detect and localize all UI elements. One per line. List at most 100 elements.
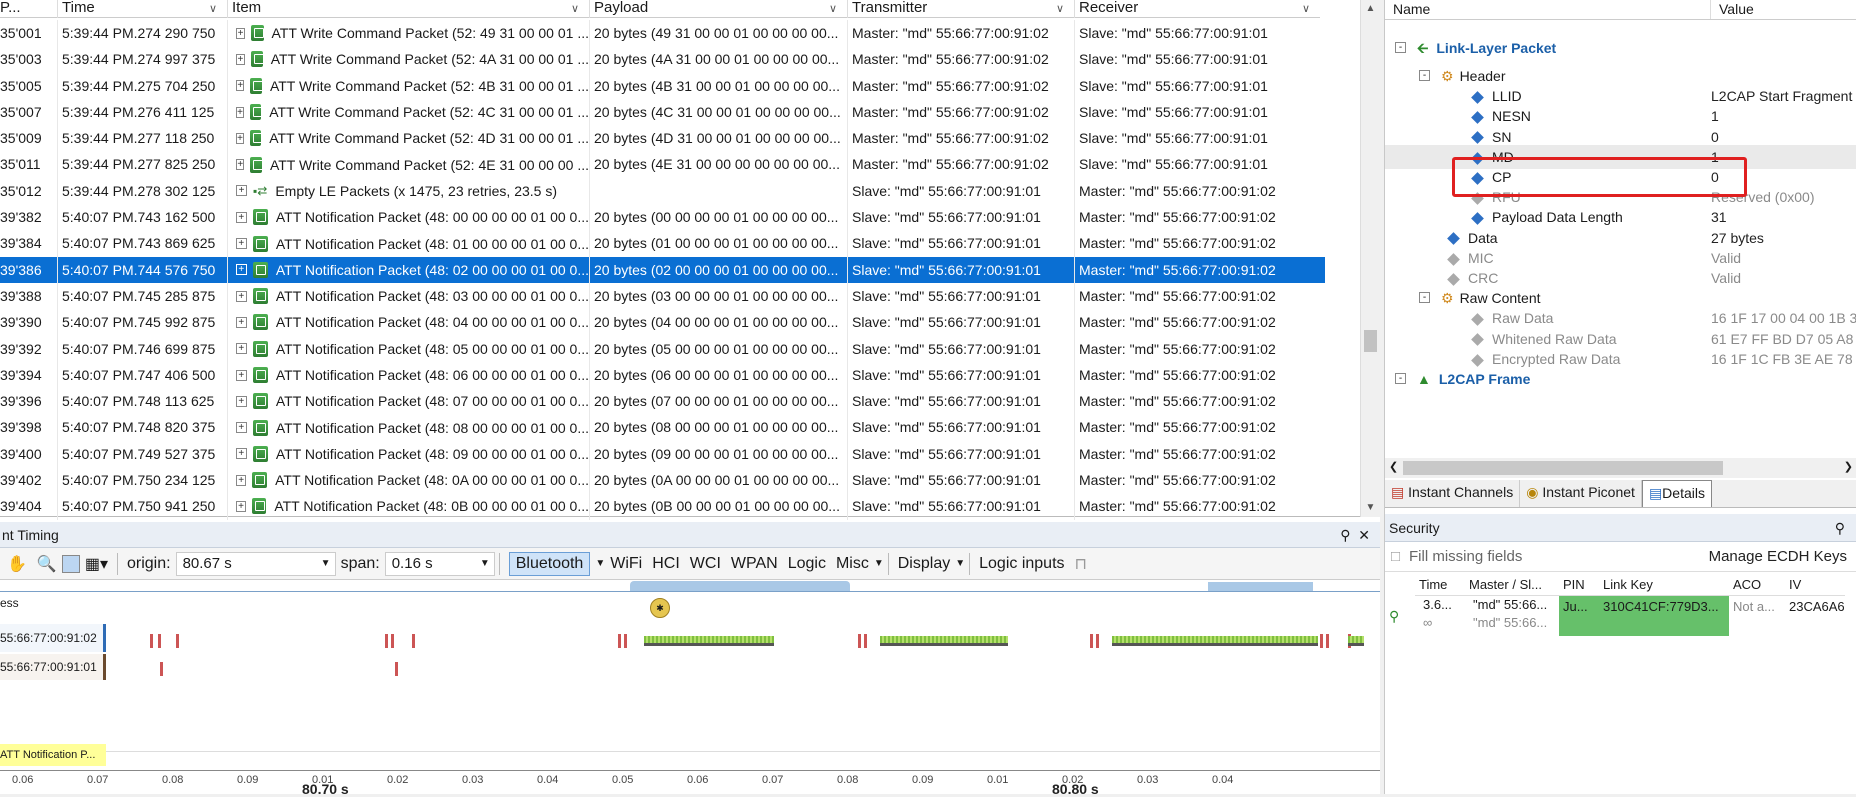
table-row[interactable]: 39'404 5:40:07 PM.750 941 250 + ATT Notific…	[0, 493, 1325, 520]
collapse-icon[interactable]: -	[1419, 70, 1430, 81]
scroll-down-icon[interactable]: ▼	[1361, 499, 1380, 517]
col-name[interactable]: Name	[1385, 0, 1711, 19]
scroll-left-icon[interactable]: ❮	[1389, 460, 1398, 473]
col-transmitter[interactable]: Transmitter ∨	[848, 0, 1075, 18]
timing-mark[interactable]	[385, 634, 388, 648]
expand-icon[interactable]: +	[236, 448, 247, 460]
timing-mark[interactable]	[864, 634, 867, 648]
scroll-thumb[interactable]	[1364, 330, 1377, 352]
col-payload[interactable]: Payload ∨	[590, 0, 848, 18]
marker-icon[interactable]: ✱	[650, 598, 670, 618]
chevron-down-icon[interactable]: ▼	[595, 558, 605, 569]
filter-wifi[interactable]: WiFi	[610, 555, 642, 573]
timing-burst[interactable]	[1112, 636, 1318, 646]
filter-logic-inputs[interactable]: Logic inputs	[979, 555, 1064, 573]
timing-mark[interactable]	[1096, 634, 1099, 648]
sec-col-time[interactable]: Time	[1415, 574, 1465, 595]
table-row[interactable]: 39'400 5:40:07 PM.749 527 375 + ATT Notific…	[0, 440, 1325, 468]
expand-icon[interactable]: +	[236, 185, 247, 197]
table-row[interactable]: 35'009 5:39:44 PM.277 118 250 + ATT Write C…	[0, 125, 1325, 152]
timing-mark[interactable]	[1320, 634, 1323, 648]
timing-mark[interactable]	[618, 634, 621, 648]
timing-mark[interactable]	[160, 662, 163, 676]
expand-icon[interactable]: +	[236, 132, 245, 144]
expand-icon[interactable]: +	[236, 159, 245, 171]
chevron-down-icon[interactable]: ▼	[955, 558, 965, 569]
table-row[interactable]: 39'402 5:40:07 PM.750 234 125 + ATT Notific…	[0, 467, 1325, 494]
table-row[interactable]: 35'001 5:39:44 PM.274 290 750 + ATT Write C…	[0, 20, 1325, 47]
pin-icon[interactable]: ⚲	[1340, 527, 1350, 543]
expand-icon[interactable]: +	[236, 80, 245, 92]
security-row[interactable]: 3.6... ∞ "md" 55:66... "md" 55:66... Ju...…	[1415, 596, 1845, 636]
expand-icon[interactable]: +	[236, 264, 247, 276]
scroll-right-icon[interactable]: ❯	[1844, 460, 1853, 473]
col-value[interactable]: Value	[1711, 0, 1754, 19]
expand-icon[interactable]: +	[236, 238, 247, 250]
timeline-overview[interactable]	[0, 580, 1380, 592]
table-row[interactable]: 39'386 5:40:07 PM.744 576 750 + ATT Notific…	[0, 256, 1325, 283]
expand-icon[interactable]: +	[236, 211, 247, 223]
table-row[interactable]: 39'394 5:40:07 PM.747 406 500 + ATT Notific…	[0, 361, 1325, 389]
collapse-icon[interactable]: -	[1395, 42, 1406, 53]
scroll-thumb[interactable]	[1403, 461, 1723, 475]
chevron-down-icon[interactable]: ▼	[874, 558, 884, 569]
scroll-up-icon[interactable]: ▲	[1361, 0, 1380, 18]
table-row[interactable]: 39'396 5:40:07 PM.748 113 625 + ATT Notific…	[0, 388, 1325, 415]
expand-icon[interactable]: +	[236, 53, 245, 65]
packet-table-scrollbar[interactable]: ▲ ▼	[1360, 0, 1380, 517]
timing-mark[interactable]	[150, 634, 153, 648]
expand-icon[interactable]: +	[236, 343, 247, 355]
timing-mark[interactable]	[176, 634, 179, 648]
collapse-icon[interactable]: -	[1419, 292, 1430, 304]
zoom-icon[interactable]: 🔍	[37, 554, 57, 574]
view-icon[interactable]	[61, 554, 80, 573]
event-label[interactable]: ATT Notification P...	[0, 744, 106, 766]
sec-col-iv[interactable]: IV	[1785, 574, 1845, 595]
table-row[interactable]: 39'390 5:40:07 PM.745 992 875 + ATT Notific…	[0, 309, 1325, 336]
expand-icon[interactable]: +	[236, 316, 247, 328]
expand-icon[interactable]: +	[236, 474, 247, 486]
logic-wave-icon[interactable]: ⊓	[1075, 554, 1087, 574]
lane-slave[interactable]: 55:66:77:00:91:01	[0, 654, 106, 680]
sec-col-link-key[interactable]: Link Key	[1599, 574, 1729, 595]
table-row[interactable]: 39'384 5:40:07 PM.743 869 625 + ATT Notific…	[0, 230, 1325, 257]
hand-icon[interactable]: ✋	[7, 554, 27, 574]
expand-icon[interactable]: +	[236, 290, 247, 302]
details-hscrollbar[interactable]: ❮ ❯	[1385, 458, 1856, 478]
expand-icon[interactable]: +	[236, 395, 247, 407]
timing-mark[interactable]	[395, 662, 398, 676]
expand-icon[interactable]: +	[236, 106, 245, 118]
col-time[interactable]: Time ∨	[58, 0, 228, 18]
table-row[interactable]: 39'392 5:40:07 PM.746 699 875 + ATT Notific…	[0, 335, 1325, 362]
table-row[interactable]: 35'007 5:39:44 PM.276 411 125 + ATT Write C…	[0, 98, 1325, 126]
chevron-down-icon[interactable]: ∨	[1302, 1, 1310, 17]
table-row[interactable]: 35'003 5:39:44 PM.274 997 375 + ATT Write C…	[0, 46, 1325, 73]
chevron-down-icon[interactable]: ∨	[571, 1, 579, 17]
tab-details[interactable]: ▤Details	[1641, 480, 1712, 507]
timing-burst[interactable]	[644, 636, 774, 646]
tab-instant-channels[interactable]: ▤ Instant Channels	[1385, 480, 1521, 507]
tab-instant-piconet[interactable]: ◉ Instant Piconet	[1520, 480, 1642, 507]
expand-icon[interactable]: +	[236, 27, 246, 39]
filter-wci[interactable]: WCI	[690, 555, 721, 573]
chevron-down-icon[interactable]: ∨	[1056, 1, 1064, 17]
col-number[interactable]: P...	[0, 0, 58, 18]
expand-icon[interactable]: +	[236, 422, 247, 434]
timing-mark[interactable]	[1326, 634, 1329, 648]
timing-mark[interactable]	[1090, 634, 1093, 648]
col-receiver[interactable]: Receiver ∨	[1075, 0, 1320, 18]
collapse-icon[interactable]: -	[1395, 373, 1406, 384]
filter-misc[interactable]: Misc	[836, 555, 869, 573]
table-row[interactable]: 39'382 5:40:07 PM.743 162 500 + ATT Notific…	[0, 204, 1325, 231]
filter-wpan[interactable]: WPAN	[731, 555, 778, 573]
timing-mark[interactable]	[158, 634, 161, 648]
timing-burst[interactable]	[880, 636, 1008, 646]
filter-hci[interactable]: HCI	[652, 555, 680, 573]
timing-mark[interactable]	[391, 634, 394, 648]
expand-icon[interactable]: +	[236, 500, 247, 512]
timing-mark[interactable]	[624, 634, 627, 648]
table-row[interactable]: 39'388 5:40:07 PM.745 285 875 + ATT Notific…	[0, 282, 1325, 310]
span-input[interactable]: 0.16 s ▼	[384, 551, 495, 576]
expand-icon[interactable]: +	[236, 369, 247, 381]
display-menu[interactable]: Display	[898, 555, 950, 573]
